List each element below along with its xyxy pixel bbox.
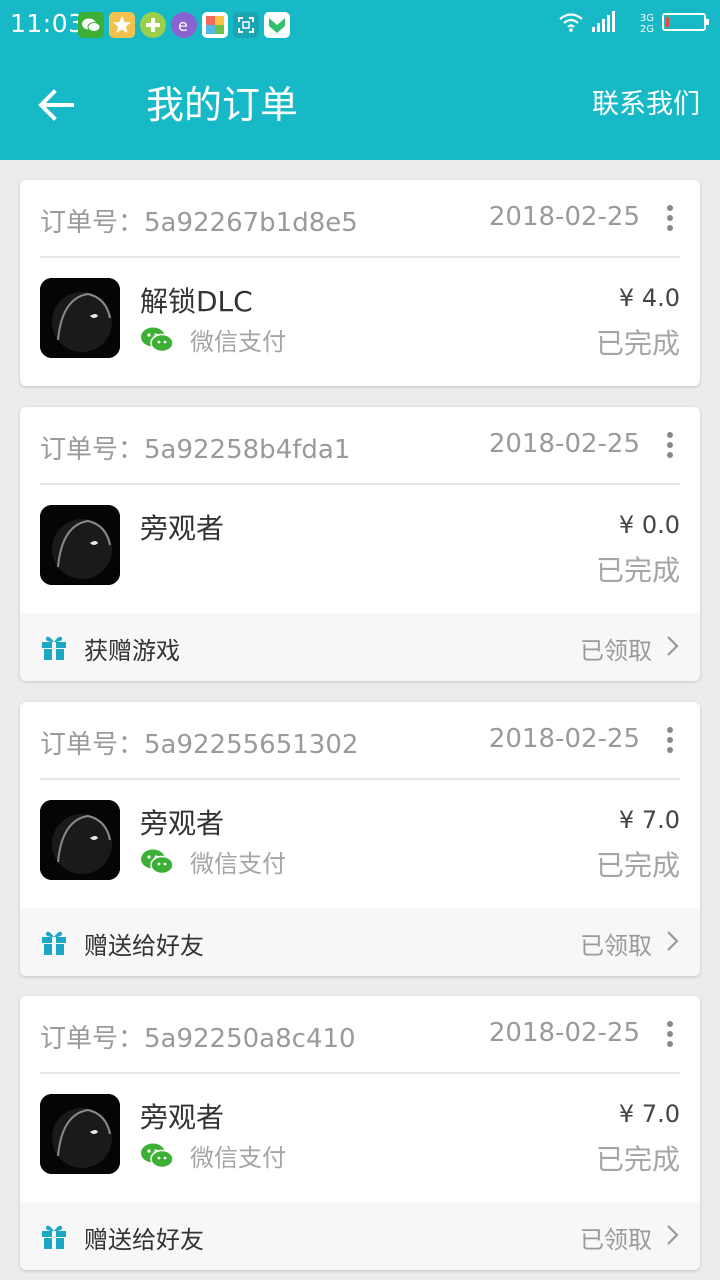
payment-label: 微信支付 bbox=[190, 850, 286, 878]
browser-icon: e bbox=[171, 12, 197, 38]
wifi-icon bbox=[558, 11, 584, 37]
item-name: 旁观者 bbox=[140, 1101, 225, 1134]
divider bbox=[40, 483, 680, 485]
order-date: 2018-02-25 bbox=[488, 202, 640, 232]
divider bbox=[40, 256, 680, 258]
item-name: 旁观者 bbox=[140, 512, 225, 545]
order-number: 订单号：5a92255651302 bbox=[40, 730, 359, 760]
wechat-pay-icon bbox=[141, 1143, 174, 1168]
order-card[interactable]: 订单号：5a92255651302 2018-02-25 旁观者 微信支付 ¥ … bbox=[20, 702, 700, 976]
game-icon bbox=[40, 505, 120, 585]
order-price: ¥ 7.0 bbox=[618, 1100, 680, 1128]
order-price: ¥ 7.0 bbox=[618, 806, 680, 834]
more-options-icon[interactable] bbox=[656, 429, 684, 461]
wechat-pay-icon bbox=[141, 327, 174, 352]
network-bottom-label: 2G bbox=[639, 24, 654, 35]
gift-row[interactable]: 赠送给好友 已领取 bbox=[20, 1202, 700, 1270]
photos-app-icon bbox=[202, 12, 228, 38]
divider bbox=[40, 778, 680, 780]
more-options-icon[interactable] bbox=[656, 724, 684, 756]
network-top-label: 3G bbox=[639, 13, 654, 24]
gift-row[interactable]: 赠送给好友 已领取 bbox=[20, 908, 700, 976]
more-options-icon[interactable] bbox=[656, 202, 684, 234]
more-options-icon[interactable] bbox=[656, 1018, 684, 1050]
gift-icon bbox=[42, 1225, 66, 1249]
order-status: 已完成 bbox=[595, 554, 680, 587]
order-header: 订单号：5a92255651302 2018-02-25 bbox=[20, 702, 700, 779]
gift-status: 已领取 bbox=[580, 932, 652, 960]
plus-app-icon bbox=[140, 12, 166, 38]
gift-label: 赠送给好友 bbox=[84, 1226, 204, 1254]
arrow-left-icon bbox=[38, 89, 74, 121]
order-status: 已完成 bbox=[595, 1143, 680, 1176]
status-right: 3G 2G bbox=[558, 10, 710, 38]
gift-label: 获赠游戏 bbox=[84, 637, 180, 665]
order-date: 2018-02-25 bbox=[488, 724, 640, 754]
order-card[interactable]: 订单号：5a92258b4fda1 2018-02-25 旁观者 ¥ 0.0 已… bbox=[20, 407, 700, 681]
payment-label: 微信支付 bbox=[190, 328, 286, 356]
order-status: 已完成 bbox=[595, 327, 680, 360]
gift-row[interactable]: 获赠游戏 已领取 bbox=[20, 613, 700, 681]
chevron-right-icon bbox=[667, 1225, 679, 1245]
payment-method: 微信支付 bbox=[140, 1138, 286, 1173]
payment-label: 微信支付 bbox=[190, 1144, 286, 1172]
chevron-right-icon bbox=[667, 636, 679, 656]
order-price: ¥ 4.0 bbox=[618, 284, 680, 312]
status-time: 11:03 bbox=[10, 9, 85, 38]
order-date: 2018-02-25 bbox=[488, 429, 640, 459]
order-price: ¥ 0.0 bbox=[618, 511, 680, 539]
item-name: 旁观者 bbox=[140, 807, 225, 840]
order-number: 订单号：5a92250a8c410 bbox=[40, 1024, 356, 1054]
notification-icons: e bbox=[78, 12, 290, 38]
scan-app-icon bbox=[233, 12, 259, 38]
order-status: 已完成 bbox=[595, 849, 680, 882]
gift-status: 已领取 bbox=[580, 1226, 652, 1254]
app-bar: 我的订单 联系我们 bbox=[0, 50, 720, 160]
network-type: 3G 2G bbox=[640, 13, 654, 35]
payment-method: 微信支付 bbox=[140, 322, 286, 357]
signal-icon bbox=[591, 10, 632, 38]
order-header: 订单号：5a92267b1d8e5 2018-02-25 bbox=[20, 180, 700, 257]
page-title: 我的订单 bbox=[146, 83, 299, 127]
order-header: 订单号：5a92250a8c410 2018-02-25 bbox=[20, 996, 700, 1073]
game-center-icon bbox=[109, 12, 135, 38]
gift-icon bbox=[42, 931, 66, 955]
wechat-pay-icon bbox=[141, 849, 174, 874]
game-icon bbox=[40, 1094, 120, 1174]
battery-icon bbox=[662, 11, 710, 37]
contact-us-button[interactable]: 联系我们 bbox=[592, 88, 700, 122]
gift-status: 已领取 bbox=[580, 637, 652, 665]
item-name: 解锁DLC bbox=[140, 285, 253, 318]
back-button[interactable] bbox=[28, 80, 84, 130]
wechat-icon bbox=[78, 12, 104, 38]
gift-label: 赠送给好友 bbox=[84, 932, 204, 960]
order-date: 2018-02-25 bbox=[488, 1018, 640, 1048]
shield-app-icon bbox=[264, 12, 290, 38]
gift-icon bbox=[42, 636, 66, 660]
game-icon bbox=[40, 278, 120, 358]
order-header: 订单号：5a92258b4fda1 2018-02-25 bbox=[20, 407, 700, 484]
divider bbox=[40, 1072, 680, 1074]
order-card[interactable]: 订单号：5a92267b1d8e5 2018-02-25 解锁DLC 微信支付 … bbox=[20, 180, 700, 386]
game-icon bbox=[40, 800, 120, 880]
order-card[interactable]: 订单号：5a92250a8c410 2018-02-25 旁观者 微信支付 ¥ … bbox=[20, 996, 700, 1270]
svg-text:e: e bbox=[178, 16, 188, 35]
status-bar: 11:03 e 3G 2G bbox=[0, 0, 720, 50]
order-number: 订单号：5a92267b1d8e5 bbox=[40, 208, 358, 238]
payment-method: 微信支付 bbox=[140, 844, 286, 879]
order-number: 订单号：5a92258b4fda1 bbox=[40, 435, 351, 465]
chevron-right-icon bbox=[667, 931, 679, 951]
